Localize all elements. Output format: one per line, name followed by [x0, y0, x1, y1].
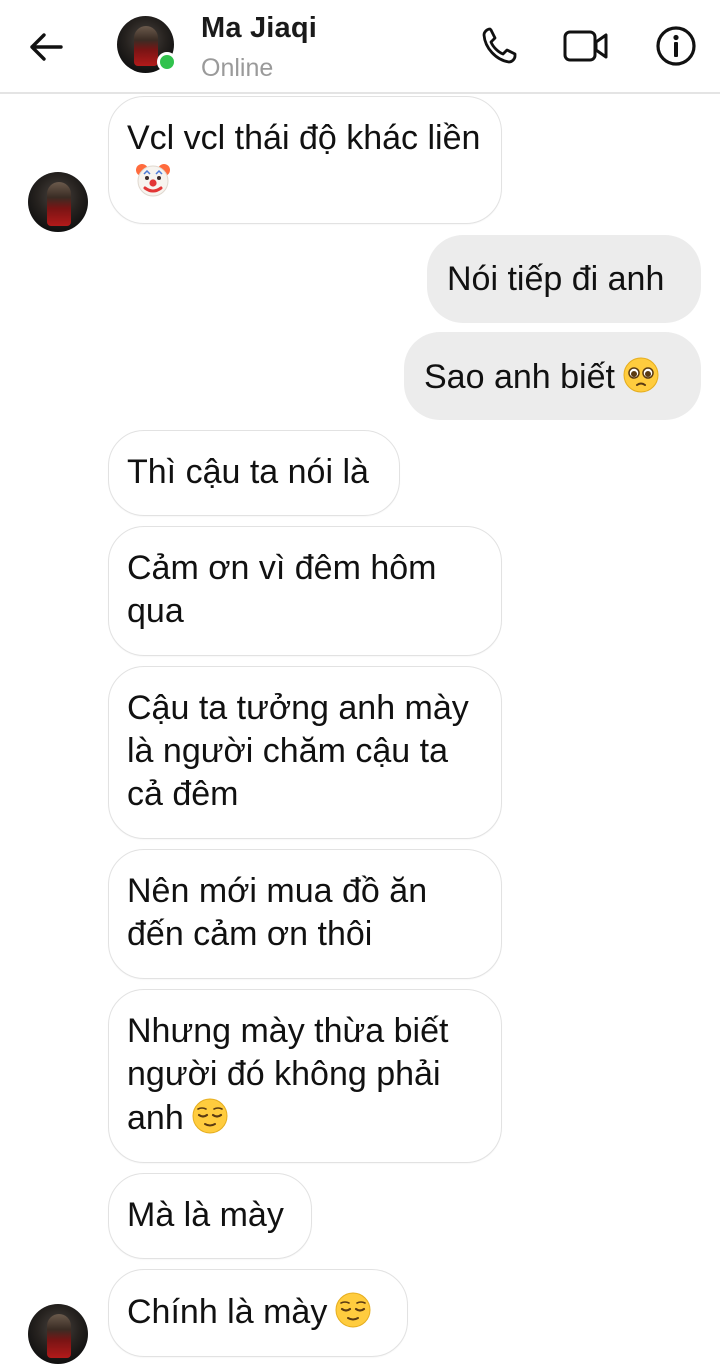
pleading-face-icon: [623, 357, 659, 393]
call-button[interactable]: [476, 23, 522, 69]
message-bubble-outgoing[interactable]: Sao anh biết: [404, 332, 701, 420]
message-text: Sao anh biết: [424, 358, 615, 396]
message-text: Thì cậu ta nói là: [127, 453, 369, 491]
chat-screen: Ma Jiaqi Online Vcl vcl thái độ khác liề…: [0, 0, 720, 1369]
message-bubble-incoming[interactable]: Mà là mày: [108, 1173, 312, 1259]
message-text: Mà là mày: [127, 1196, 284, 1234]
message-text: Nhưng mày thừa biết người đó không phải …: [127, 1012, 449, 1137]
phone-icon: [482, 27, 517, 64]
contact-status: Online: [201, 54, 274, 82]
message-text: Chính là mày: [127, 1293, 328, 1331]
message-text: Nói tiếp đi anh: [447, 260, 665, 298]
relieved-face-icon: [192, 1098, 228, 1134]
sender-avatar[interactable]: [28, 172, 88, 232]
clown-face-icon: [136, 164, 170, 197]
message-text: Cậu ta tưởng anh mày là người chăm cậu t…: [127, 689, 469, 813]
message-bubble-incoming[interactable]: Vcl vcl thái độ khác liền: [108, 96, 502, 224]
back-button[interactable]: [26, 27, 66, 67]
sender-avatar[interactable]: [28, 1304, 88, 1364]
info-button[interactable]: [653, 23, 699, 69]
contact-name[interactable]: Ma Jiaqi: [201, 12, 317, 45]
message-bubble-incoming[interactable]: Chính là mày: [108, 1269, 408, 1357]
message-text: Cảm ơn vì đêm hôm qua: [127, 549, 437, 630]
contact-avatar[interactable]: [117, 16, 177, 73]
message-bubble-incoming[interactable]: Cậu ta tưởng anh mày là người chăm cậu t…: [108, 666, 502, 839]
video-call-button[interactable]: [563, 23, 609, 69]
online-status-dot: [157, 52, 177, 72]
chat-header: Ma Jiaqi Online: [0, 0, 720, 94]
message-bubble-incoming[interactable]: Thì cậu ta nói là: [108, 430, 400, 516]
message-bubble-incoming[interactable]: Cảm ơn vì đêm hôm qua: [108, 526, 502, 656]
video-camera-icon: [563, 30, 608, 62]
message-bubble-incoming[interactable]: Nhưng mày thừa biết người đó không phải …: [108, 989, 502, 1163]
info-icon: [656, 26, 696, 66]
message-bubble-incoming[interactable]: Nên mới mua đồ ăn đến cảm ơn thôi: [108, 849, 502, 979]
arrow-left-icon: [30, 33, 63, 61]
message-text: Vcl vcl thái độ khác liền: [127, 119, 481, 157]
message-bubble-outgoing[interactable]: Nói tiếp đi anh: [427, 235, 701, 323]
relieved-face-icon: [335, 1292, 371, 1328]
message-text: Nên mới mua đồ ăn đến cảm ơn thôi: [127, 872, 428, 953]
